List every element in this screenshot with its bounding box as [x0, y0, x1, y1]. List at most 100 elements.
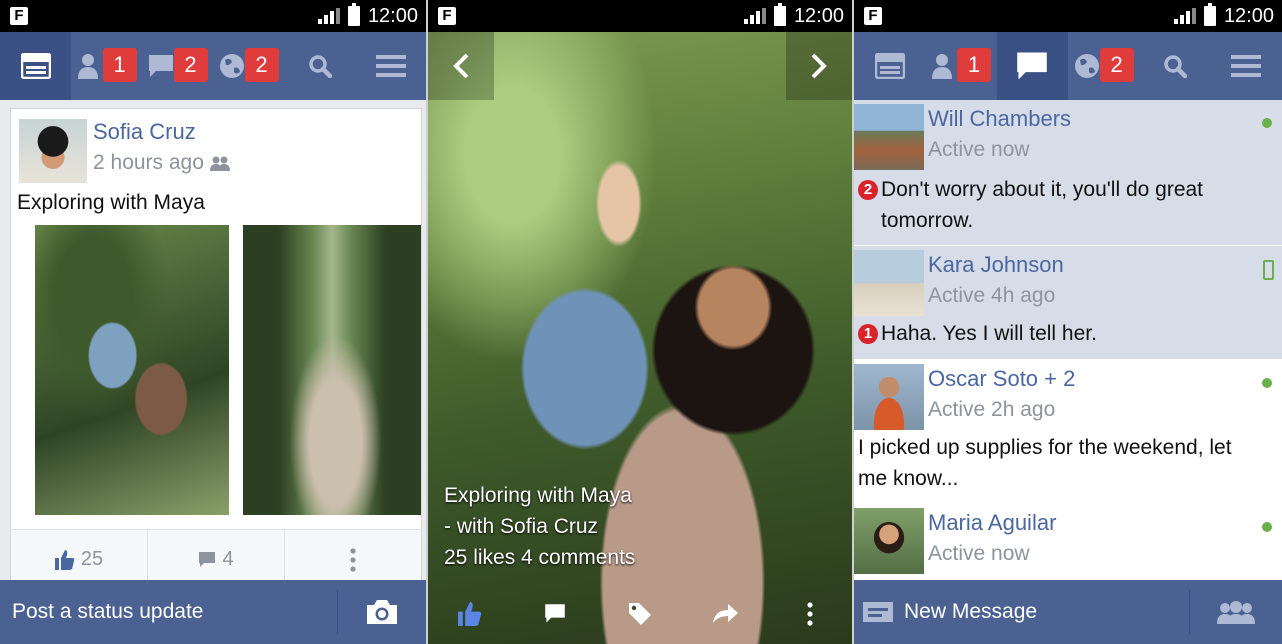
- photo-caption-title: Exploring with Maya: [444, 484, 632, 507]
- thread-avatar: [854, 508, 924, 574]
- unread-count-badge: 2: [858, 180, 878, 200]
- tab-search[interactable]: [284, 32, 355, 100]
- messages-badge: 2: [173, 48, 208, 82]
- photo-caption-stats[interactable]: 25 likes 4 comments: [444, 542, 635, 573]
- search-icon: [1164, 55, 1187, 78]
- photo-like-button[interactable]: [428, 602, 513, 626]
- online-indicator-icon: [1262, 522, 1272, 532]
- online-friends-button[interactable]: [1190, 600, 1282, 624]
- thread-preview: I picked up supplies for the weekend, le…: [858, 432, 1252, 494]
- signal-icon: [317, 8, 340, 24]
- thread-item[interactable]: Maria Aguilar Active now: [854, 504, 1282, 580]
- author-name[interactable]: Sofia Cruz: [93, 119, 196, 145]
- thread-preview: 1 Haha. Yes I will tell her.: [858, 318, 1097, 349]
- thread-item[interactable]: Kara Johnson Active 4h ago 1 Haha. Yes I…: [854, 246, 1282, 360]
- thread-name: Oscar Soto + 2: [928, 366, 1076, 391]
- tab-news-feed[interactable]: [854, 32, 925, 100]
- notifications-badge: 2: [1099, 48, 1134, 82]
- camera-icon: [367, 600, 397, 624]
- thread-status: Active 4h ago: [928, 284, 1056, 307]
- chevron-right-icon: [811, 53, 827, 79]
- thread-avatar: [854, 250, 924, 316]
- message-thread-list: Will Chambers Active now 2 Don't worry a…: [854, 100, 1282, 580]
- tag-icon: [628, 603, 651, 625]
- previous-photo-button[interactable]: [428, 32, 494, 100]
- story-timestamp: 2 hours ago: [93, 151, 230, 175]
- battery-icon: [347, 3, 360, 26]
- clock: 12:00: [793, 4, 844, 27]
- chevron-left-icon: [453, 53, 469, 79]
- thread-message-text: Don't worry about it, you'll do great to…: [881, 178, 1204, 232]
- photo-share-button[interactable]: [682, 604, 767, 624]
- thread-preview: 2 Don't worry about it, you'll do great …: [858, 174, 1282, 236]
- thread-name: Maria Aguilar: [928, 510, 1057, 535]
- tab-news-feed[interactable]: [0, 32, 71, 100]
- next-photo-button[interactable]: [786, 32, 852, 100]
- publisher-bar: Post a status update: [0, 580, 426, 644]
- menu-icon: [1231, 55, 1262, 77]
- notifications-badge: 2: [244, 48, 279, 82]
- globe-icon: [219, 54, 244, 78]
- new-message-button[interactable]: New Message: [854, 590, 1190, 634]
- friend-requests-badge: 1: [102, 48, 137, 82]
- more-vertical-icon: [806, 602, 813, 626]
- signal-icon: [1173, 8, 1196, 24]
- feed-screen: F 12:00 1 2 2 Sofia Cruz 2 hours ago Exp…: [0, 0, 426, 644]
- status-bar: F 12:00: [0, 0, 426, 32]
- online-indicator-icon: [1262, 118, 1272, 128]
- compose-message-icon: [863, 602, 893, 622]
- signal-icon: [743, 8, 766, 24]
- clock: 12:00: [367, 4, 418, 27]
- thread-name: Kara Johnson: [928, 252, 1064, 277]
- thread-status: Active now: [928, 542, 1030, 565]
- thumbs-up-icon: [54, 549, 75, 570]
- story-photo-2[interactable]: [243, 225, 421, 515]
- tab-search[interactable]: [1139, 32, 1210, 100]
- facebook-notification-icon: F: [10, 7, 28, 25]
- photo-comment-button[interactable]: [513, 603, 598, 625]
- new-message-label: New Message: [904, 600, 1038, 623]
- news-feed-icon: [20, 53, 51, 79]
- thumbs-up-icon: [458, 602, 482, 626]
- news-feed-icon: [874, 53, 905, 79]
- tab-friend-requests[interactable]: 1: [71, 32, 142, 100]
- top-nav: 1 2: [854, 32, 1282, 100]
- friends-icon: [931, 54, 952, 79]
- thread-item[interactable]: Will Chambers Active now 2 Don't worry a…: [854, 100, 1282, 246]
- tab-notifications[interactable]: 2: [1068, 32, 1139, 100]
- camera-button[interactable]: [338, 599, 426, 625]
- messages-icon: [1017, 52, 1048, 80]
- photo-actions: [428, 584, 852, 644]
- photo-caption: Exploring with Maya - with Sofia Cruz 25…: [444, 480, 635, 573]
- comment-count: 4: [222, 548, 234, 570]
- messages-screen: F 12:00 1 2 Will Chambers Active now 2 D…: [854, 0, 1282, 644]
- thread-status: Active 2h ago: [928, 398, 1056, 421]
- friends-icon: [77, 54, 98, 79]
- friend-requests-badge: 1: [956, 48, 991, 82]
- timestamp-text: 2 hours ago: [93, 151, 204, 174]
- story-photo-1[interactable]: [35, 225, 229, 515]
- tab-messages[interactable]: 2: [142, 32, 213, 100]
- mobile-presence-icon: [1263, 260, 1274, 280]
- like-count: 25: [80, 548, 104, 570]
- tab-notifications[interactable]: 2: [213, 32, 284, 100]
- tab-menu[interactable]: [355, 32, 426, 100]
- author-avatar[interactable]: [19, 119, 87, 183]
- story-caption: Exploring with Maya: [17, 191, 205, 214]
- thread-item[interactable]: Oscar Soto + 2 Active 2h ago I picked up…: [854, 360, 1282, 504]
- tab-friend-requests[interactable]: 1: [925, 32, 996, 100]
- facebook-notification-icon: F: [864, 7, 882, 25]
- status-update-input[interactable]: Post a status update: [0, 590, 338, 634]
- tab-messages[interactable]: [996, 32, 1068, 100]
- photo-viewer-screen: F 12:00 Exploring with Maya - with Sofia…: [428, 0, 852, 644]
- thread-message-text: I picked up supplies for the weekend, le…: [858, 436, 1232, 490]
- comment-icon: [199, 551, 216, 567]
- photo-more-button[interactable]: [767, 602, 852, 626]
- battery-icon: [1203, 3, 1216, 26]
- photo-caption-tagged[interactable]: - with Sofia Cruz: [444, 511, 635, 542]
- messages-bottom-bar: New Message: [854, 580, 1282, 644]
- tab-menu[interactable]: [1211, 32, 1282, 100]
- status-bar: F 12:00: [428, 0, 852, 32]
- photo-tag-button[interactable]: [598, 602, 683, 626]
- battery-icon: [773, 3, 786, 26]
